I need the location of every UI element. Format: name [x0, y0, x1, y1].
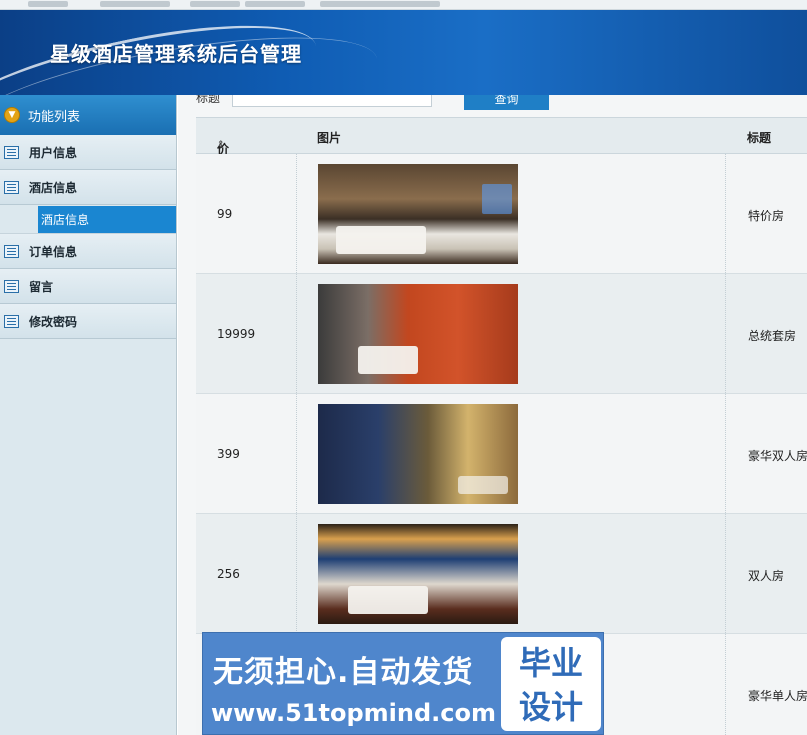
sidebar-item-users[interactable]: 用户信息 — [0, 135, 176, 170]
sidebar-item-messages[interactable]: 留言 — [0, 269, 176, 304]
column-header-image: 图片 — [317, 131, 342, 145]
table-row[interactable]: 256 双人房 — [196, 514, 807, 634]
sidebar-item-hotels[interactable]: 酒店信息 — [0, 170, 176, 205]
chevron-down-icon: ▼ — [4, 107, 20, 123]
sidebar-item-label: 修改密码 — [29, 314, 78, 329]
sidebar-heading-label: 功能列表 — [28, 109, 81, 125]
table-row[interactable]: 399 豪华双人房 — [196, 394, 807, 514]
list-icon — [4, 279, 19, 293]
sidebar: ▼ 功能列表 用户信息 酒店信息 酒店信息 订单信息 留言 修改密码 — [0, 95, 177, 735]
room-image — [318, 284, 518, 384]
search-bar: 标题 查询 — [178, 95, 807, 117]
browser-bookmarks-bar — [0, 0, 807, 10]
price-cell: 19999 — [217, 327, 256, 341]
watermark-line1: 无须担心.自动发货 — [213, 655, 474, 690]
sidebar-item-label: 留言 — [29, 279, 54, 294]
room-image — [318, 164, 518, 264]
table-row[interactable]: 19999 总统套房 — [196, 274, 807, 394]
watermark-badge-line2: 设计 — [518, 688, 583, 726]
watermark-badge-line1: 毕业 — [518, 644, 583, 682]
sidebar-item-change-password[interactable]: 修改密码 — [0, 304, 176, 339]
search-label: 标题 — [196, 95, 221, 105]
room-image — [318, 404, 518, 504]
sidebar-subitem-hotel-info[interactable]: 酒店信息 — [0, 205, 176, 234]
title-cell: 豪华单人房 — [748, 689, 807, 703]
list-icon — [4, 314, 19, 328]
price-cell: 99 — [217, 207, 233, 221]
price-cell: 399 — [217, 447, 240, 461]
title-cell: 总统套房 — [748, 329, 797, 343]
table-header: 价格 ⇕ 图片 标题 — [196, 118, 807, 173]
sidebar-item-label: 订单信息 — [29, 244, 78, 259]
sidebar-item-orders[interactable]: 订单信息 — [0, 234, 176, 269]
list-icon — [4, 244, 19, 258]
sidebar-heading[interactable]: ▼ 功能列表 — [0, 95, 176, 135]
watermark-url: www.51topmind.com — [211, 699, 496, 727]
room-image — [318, 524, 518, 624]
watermark-badge: 毕业 设计 — [501, 637, 601, 731]
search-input[interactable] — [232, 95, 432, 107]
list-icon — [4, 180, 19, 194]
sidebar-item-label: 酒店信息 — [29, 180, 78, 195]
title-cell: 豪华双人房 — [748, 449, 807, 463]
sort-icon: ⇕ — [217, 140, 225, 150]
title-cell: 特价房 — [748, 209, 785, 223]
sidebar-item-label: 用户信息 — [29, 145, 78, 160]
title-cell: 双人房 — [748, 569, 785, 583]
app-header: 星级酒店管理系统后台管理 — [0, 10, 807, 95]
search-button[interactable]: 查询 — [464, 95, 549, 110]
watermark-banner: 无须担心.自动发货 www.51topmind.com 毕业 设计 — [202, 632, 604, 735]
app-title: 星级酒店管理系统后台管理 — [50, 42, 302, 66]
table-row[interactable]: 99 特价房 — [196, 154, 807, 274]
price-cell: 256 — [217, 567, 240, 581]
column-header-title: 标题 — [747, 131, 772, 145]
sidebar-subitem-label[interactable]: 酒店信息 — [38, 206, 176, 233]
list-icon — [4, 145, 19, 159]
